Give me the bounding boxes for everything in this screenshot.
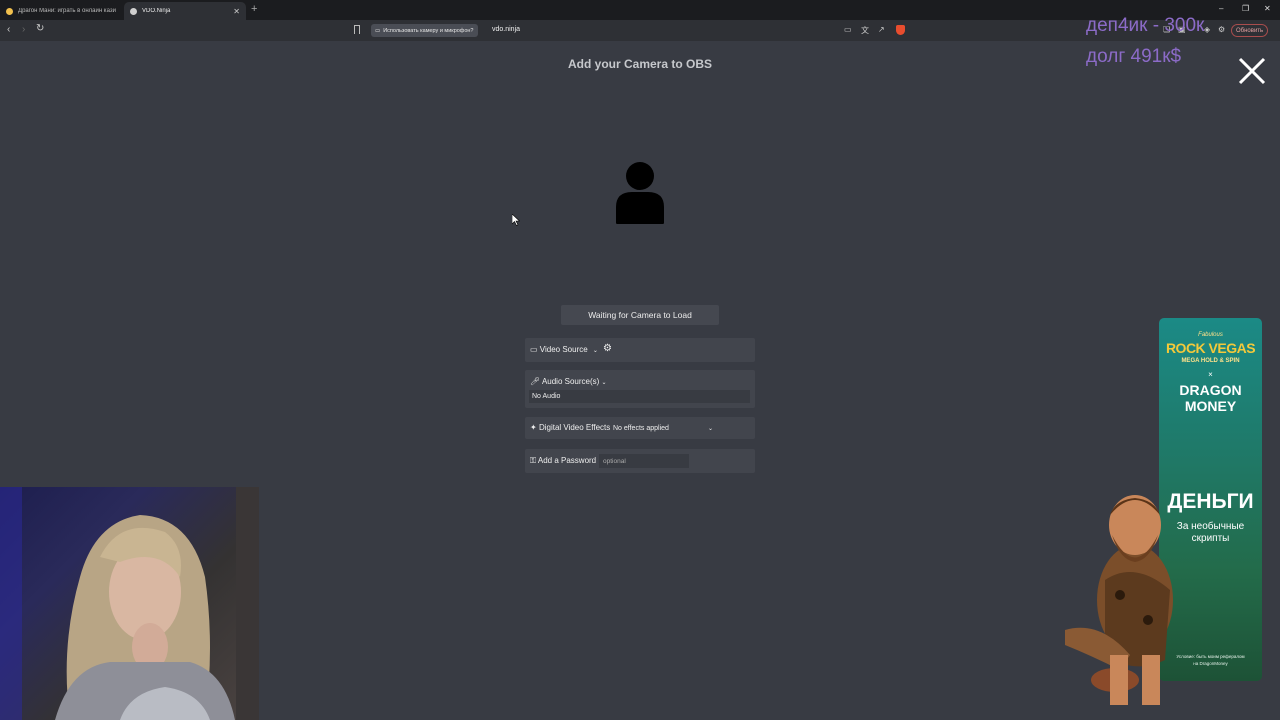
- user-placeholder-icon: [616, 162, 664, 224]
- bookmark-icon[interactable]: [354, 25, 360, 34]
- tab-dragon-money[interactable]: Драгон Мани: играть в онлайн казино: [0, 2, 122, 20]
- password-placeholder: optional: [603, 457, 626, 465]
- new-tab-button[interactable]: +: [251, 3, 257, 15]
- ad-partner-line2: MONEY: [1184, 398, 1237, 414]
- back-icon[interactable]: ‹: [7, 24, 10, 35]
- microphone-icon: 🎤︎: [530, 377, 541, 386]
- video-effects-label: Digital Video Effects: [538, 423, 611, 432]
- minimize-icon[interactable]: –: [1219, 4, 1223, 13]
- forward-icon[interactable]: ›: [22, 24, 25, 35]
- vdo-ninja-favicon-icon: [130, 7, 137, 15]
- chevron-down-icon: ⌄: [592, 348, 598, 354]
- share-icon[interactable]: ↗: [878, 25, 885, 34]
- chevron-down-icon: ⌄: [707, 425, 713, 432]
- dragon-money-favicon-icon: [6, 7, 13, 15]
- brave-shield-icon[interactable]: [896, 25, 905, 35]
- magic-effects-icon: ✦: [530, 423, 537, 432]
- audio-source-label: Audio Source(s): [541, 377, 600, 386]
- page-title: Add your Camera to OBS: [567, 57, 713, 71]
- video-effects-label-group: ✦ Digital Video Effects: [530, 423, 610, 432]
- streamer-video-image: [0, 487, 259, 720]
- video-source-label: Video Source: [539, 345, 588, 354]
- audio-source-value: No Audio: [532, 393, 561, 400]
- tab-vdo-ninja[interactable]: VDO.Ninja ✕: [124, 2, 246, 20]
- video-source-panel: ▭ Video Source ⌄ ⚙: [525, 338, 755, 362]
- audio-source-select[interactable]: No Audio: [529, 390, 750, 403]
- password-input[interactable]: optional: [599, 454, 689, 468]
- video-effects-value: No effects applied: [613, 424, 669, 432]
- key-icon: ⚿: [530, 456, 537, 465]
- webcam-feed: [0, 487, 259, 720]
- caveman-mascot-icon: [1065, 495, 1173, 705]
- vpn-icon[interactable]: ◈: [1204, 25, 1210, 34]
- video-effects-select[interactable]: No effects applied ⌄: [613, 421, 713, 435]
- waiting-for-camera-button[interactable]: Waiting for Camera to Load: [561, 305, 719, 325]
- password-label-group: ⚿ Add a Password: [530, 456, 596, 466]
- ad-brand-title: ROCK VEGAS: [1165, 340, 1256, 356]
- audio-source-toggle[interactable]: 🎤︎ Audio Source(s) ⌄: [530, 377, 607, 386]
- update-button[interactable]: Обновить: [1231, 24, 1269, 37]
- translate-icon[interactable]: 文: [861, 25, 869, 36]
- password-label: Add a Password: [537, 456, 597, 465]
- tab-title: VDO.Ninja: [142, 8, 171, 14]
- video-camera-icon: ▭: [530, 345, 538, 354]
- video-settings-gear-icon[interactable]: ⚙: [603, 343, 612, 354]
- ad-partner-line1: DRAGON: [1179, 382, 1242, 398]
- cast-icon[interactable]: ▭: [844, 25, 852, 34]
- tab-title: Драгон Мани: играть в онлайн казино: [18, 8, 116, 14]
- ad-times: ×: [1208, 370, 1213, 379]
- permission-chip-label: Использовать камеру и микрофон?: [383, 27, 474, 34]
- camera-icon: ▭: [375, 27, 381, 34]
- settings-icon[interactable]: ⚙: [1218, 25, 1225, 34]
- close-tab-icon[interactable]: ✕: [233, 7, 240, 16]
- restore-icon[interactable]: ❐: [1242, 4, 1249, 13]
- chevron-down-icon: ⌄: [601, 380, 607, 386]
- mouse-cursor-icon: [512, 214, 520, 226]
- audio-source-panel: 🎤︎ Audio Source(s) ⌄ No Audio: [525, 370, 755, 408]
- reload-icon[interactable]: ↻: [36, 23, 44, 34]
- video-source-toggle[interactable]: ▭ Video Source ⌄: [530, 345, 598, 354]
- window-close-icon[interactable]: ✕: [1264, 4, 1271, 13]
- close-icon[interactable]: [1236, 55, 1268, 87]
- camera-permission-chip[interactable]: ▭ Использовать камеру и микрофон?: [371, 24, 478, 37]
- video-effects-panel: ✦ Digital Video Effects No effects appli…: [525, 417, 755, 439]
- ad-small-top: Fabulous: [1198, 332, 1223, 338]
- ad-brand-subtitle: MEGA HOLD & SPIN: [1181, 358, 1240, 364]
- address-bar-url[interactable]: vdo.ninja: [492, 26, 520, 33]
- stream-overlay-line-1: деп4ик - 300к: [1086, 15, 1205, 36]
- password-panel: ⚿ Add a Password optional: [525, 449, 755, 473]
